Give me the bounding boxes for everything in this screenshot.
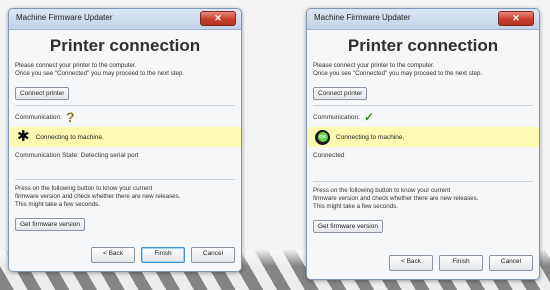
window-title: Machine Firmware Updater (16, 13, 113, 22)
ok-badge-label: OK (317, 132, 328, 142)
get-firmware-version-button[interactable]: Get firmware version (15, 218, 85, 231)
page-title: Printer connection (347, 36, 499, 55)
connect-printer-button[interactable]: Connect printer (313, 87, 368, 100)
status-banner: OK Connecting to machine. (307, 127, 539, 147)
communication-label: Communication: (15, 113, 62, 121)
page-title: Printer connection (49, 36, 201, 55)
check-icon: ✓ (363, 110, 375, 124)
firmware-info-line: Press on the following button to know yo… (313, 187, 451, 194)
status-message: Connecting to machine. (35, 133, 104, 141)
instruction-line: Please connect your printer to the compu… (313, 62, 435, 69)
back-button[interactable]: < Back (389, 255, 433, 271)
firmware-updater-window-connecting: Machine Firmware Updater ✕ Printer conne… (8, 8, 242, 272)
firmware-info: Press on the following button to know yo… (313, 187, 533, 211)
cancel-button[interactable]: Cancel (191, 247, 235, 263)
connect-printer-button[interactable]: Connect printer (15, 87, 70, 100)
question-icon: ? (65, 109, 75, 125)
window-title: Machine Firmware Updater (314, 13, 411, 22)
instruction-line: Once you see "Connected" you may proceed… (15, 70, 185, 77)
wizard-footer: < Back Finish Cancel (15, 247, 235, 263)
close-icon: ✕ (512, 13, 520, 23)
title-bar: Machine Firmware Updater ✕ (307, 9, 539, 30)
connect-instructions: Please connect your printer to the compu… (15, 62, 235, 78)
wizard-content: Printer connection Please connect your p… (9, 30, 241, 271)
get-firmware-version-button[interactable]: Get firmware version (313, 220, 383, 233)
close-button[interactable]: ✕ (498, 11, 534, 26)
instruction-line: Once you see "Connected" you may proceed… (313, 70, 483, 77)
instruction-line: Please connect your printer to the compu… (15, 62, 137, 69)
firmware-info: Press on the following button to know yo… (15, 185, 235, 209)
divider (15, 179, 235, 180)
finish-button[interactable]: Finish (141, 247, 185, 263)
back-button[interactable]: < Back (91, 247, 135, 263)
communication-state: Connected (313, 152, 345, 159)
status-message: Connecting to machine. (336, 133, 405, 141)
communication-label: Communication: (313, 113, 360, 121)
status-banner: ✱ Connecting to machine. (9, 127, 241, 147)
communication-row: Communication: ✓ (313, 111, 533, 123)
communication-row: Communication: ? (15, 109, 235, 125)
firmware-info-line: This might take a few seconds. (313, 203, 398, 210)
communication-state: Communication State: Detecting serial po… (15, 152, 139, 159)
firmware-info-line: firmware version and check whether there… (313, 195, 479, 202)
divider (313, 105, 533, 106)
close-icon: ✕ (214, 13, 222, 23)
divider (15, 105, 235, 106)
firmware-info-line: This might take a few seconds. (15, 201, 100, 208)
wizard-content: Printer connection Please connect your p… (307, 30, 539, 279)
spinner-icon: ✱ (17, 128, 30, 145)
title-bar: Machine Firmware Updater ✕ (9, 9, 241, 30)
firmware-info-line: firmware version and check whether there… (15, 193, 181, 200)
cancel-button[interactable]: Cancel (489, 255, 533, 271)
wizard-footer: < Back Finish Cancel (313, 255, 533, 271)
firmware-info-line: Press on the following button to know yo… (15, 185, 153, 192)
connect-instructions: Please connect your printer to the compu… (313, 62, 533, 78)
finish-button[interactable]: Finish (439, 255, 483, 271)
firmware-updater-window-connected: Machine Firmware Updater ✕ Printer conne… (306, 8, 540, 280)
ok-status-icon: OK (315, 129, 330, 145)
divider (313, 181, 533, 182)
close-button[interactable]: ✕ (200, 11, 236, 26)
